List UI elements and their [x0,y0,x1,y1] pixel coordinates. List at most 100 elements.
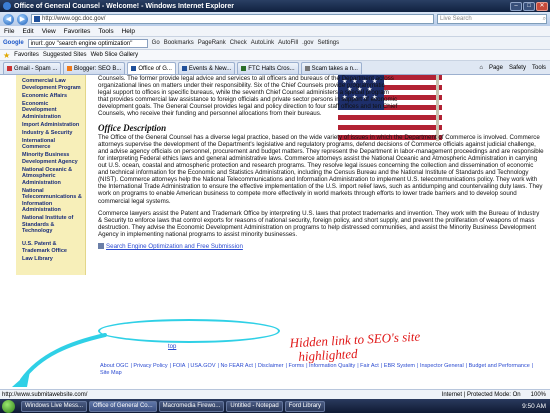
menu-view[interactable]: View [42,28,56,35]
tab-ftc[interactable]: FTC Halts Cros... [237,62,299,74]
site-icon [131,66,137,71]
live-search-placeholder: Live Search [440,16,472,22]
tab-label: Scam takes a n... [311,65,358,72]
pagerank-indicator: PageRank [197,40,226,46]
sidebar-item[interactable]: Import Administration [22,122,83,129]
google-toolbar: Google inurl:.gov "search engine optimiz… [0,37,550,50]
maximize-button[interactable]: □ [523,1,535,11]
zoom-level[interactable]: 100% [531,392,546,398]
sidebar-item[interactable]: National Telecommunications & Informatio… [22,188,83,214]
taskbar-item[interactable]: Ford Library [284,400,326,412]
favorites-star-icon[interactable]: ★ [3,51,10,60]
gov-button[interactable]: .gov [302,40,313,46]
sidebar-item[interactable]: National Oceanic & Atmospheric Administr… [22,167,83,187]
bookmarks-button[interactable]: Bookmarks [164,40,194,46]
settings-button[interactable]: Settings [317,40,339,46]
footer-link[interactable]: Information Quality [309,363,355,369]
tab-events[interactable]: Events & New... [177,62,236,74]
web-slice-gallery-link[interactable]: Web Slice Gallery [91,52,139,58]
site-icon [304,66,310,71]
google-search-input[interactable]: inurl:.gov "search engine optimization" [27,38,148,48]
sidebar-item[interactable]: International Commerce [22,138,83,151]
tools-menu[interactable]: Tools [532,65,546,71]
site-favicon-icon [34,16,40,22]
menu-edit[interactable]: Edit [22,28,33,35]
address-row: ◀ ▶ http://www.ogc.doc.gov/ Live Search … [0,12,550,26]
back-to-top-link[interactable]: top [168,344,176,350]
highlight-arrow [12,333,107,387]
highlight-oval [98,319,280,343]
tab-label: Events & New... [188,65,232,72]
site-icon [181,66,187,71]
footer-link[interactable]: EBR System [384,363,415,369]
sidebar-item[interactable]: National Institute of Standards & Techno… [22,215,83,235]
address-bar[interactable]: http://www.ogc.doc.gov/ [31,14,434,24]
sidebar-item[interactable]: U.S. Patent & Trademark Office [22,241,83,254]
minimize-button[interactable]: – [510,1,522,11]
google-logo: Google [3,40,24,46]
tab-label: Office of G... [138,65,172,72]
sidebar-item[interactable]: Law Library [22,256,83,263]
clock[interactable]: 9:50 AM [522,403,550,410]
patent-paragraph: Commerce lawyers assist the Patent and T… [98,209,540,238]
taskbar-item[interactable]: Office of General Co... [89,400,157,412]
tab-label: Gmail - Spam ... [14,65,58,72]
tab-gmail[interactable]: Gmail - Spam ... [3,62,62,74]
taskbar-item[interactable]: Windows Live Mess... [21,400,88,412]
footer-link[interactable]: Budget and Performance [469,363,530,369]
status-bar: http://www.submitawebsite.com/ Internet … [0,389,550,399]
footer-link[interactable]: Disclaimer [258,363,284,369]
security-zone[interactable]: Internet | Protected Mode: On [442,392,521,398]
footer-link[interactable]: No FEAR Act [220,363,252,369]
menu-favorites[interactable]: Favorites [64,28,91,35]
sidebar-item[interactable]: Economic Affairs [22,93,83,100]
sidebar-item[interactable]: Commercial Law Development Program [22,78,83,91]
footer-links: About OGC | Privacy Policy | FOIA | USA.GOV… [100,363,534,376]
window-controls: – □ ✕ [510,1,548,11]
favorites-button[interactable]: Favorites [14,52,39,58]
hidden-link-row: Search Engine Optimization and Free Subm… [98,243,544,250]
site-icon [241,66,247,71]
taskbar-item[interactable]: Untitled - Notepad [226,400,283,412]
seo-submission-link[interactable]: Search Engine Optimization and Free Subm… [106,243,243,250]
footer-link[interactable]: Privacy Policy [133,363,167,369]
link-bullet-icon [98,243,104,250]
sidebar-item[interactable]: Industry & Security [22,130,83,137]
footer-link[interactable]: Fair Act [360,363,379,369]
gmail-icon [7,66,12,71]
menu-tools[interactable]: Tools [98,28,113,35]
close-button[interactable]: ✕ [536,1,548,11]
autofill-button[interactable]: AutoFill [278,40,298,46]
footer-link[interactable]: USA.GOV [190,363,215,369]
window-titlebar: Office of General Counsel - Welcome! - W… [0,0,550,12]
sidebar-item[interactable]: Minority Business Development Agency [22,152,83,165]
check-button[interactable]: Check [230,40,247,46]
taskbar-item[interactable]: Macromedia Firewo... [158,400,225,412]
tab-scam[interactable]: Scam takes a n... [300,62,362,74]
sidebar-item[interactable]: Economic Development Administration [22,101,83,121]
main-article: Counsels. The former provide legal advic… [98,75,544,250]
tab-strip: Gmail - Spam ... Blogger: SEO B... Offic… [0,61,550,75]
windows-taskbar: Windows Live Mess... Office of General C… [0,399,550,413]
back-button[interactable]: ◀ [3,13,14,25]
footer-link[interactable]: Inspector General [420,363,464,369]
tab-label: FTC Halts Cros... [248,65,295,72]
menu-help[interactable]: Help [122,28,135,35]
search-icon[interactable]: ⌕ [543,16,546,23]
safety-menu[interactable]: Safety [509,65,526,71]
footer-link[interactable]: FOIA [173,363,186,369]
forward-button[interactable]: ▶ [17,13,28,25]
tab-office-gc[interactable]: Office of G... [127,62,176,74]
autolink-button[interactable]: AutoLink [251,40,274,46]
tab-blogger[interactable]: Blogger: SEO B... [63,62,126,74]
page-menu[interactable]: Page [489,65,503,71]
ie-logo-icon [3,2,11,10]
live-search-input[interactable]: Live Search ⌕ [437,14,547,24]
favorites-bar: ★ Favorites Suggested Sites Web Slice Ga… [0,50,550,61]
start-button-icon[interactable] [2,399,15,413]
google-go-button[interactable]: Go [152,40,160,46]
description-paragraph: The Office of the General Counsel has a … [98,133,544,205]
menu-file[interactable]: File [4,28,14,35]
suggested-sites-link[interactable]: Suggested Sites [43,52,87,58]
home-icon[interactable]: ⌂ [479,65,483,71]
